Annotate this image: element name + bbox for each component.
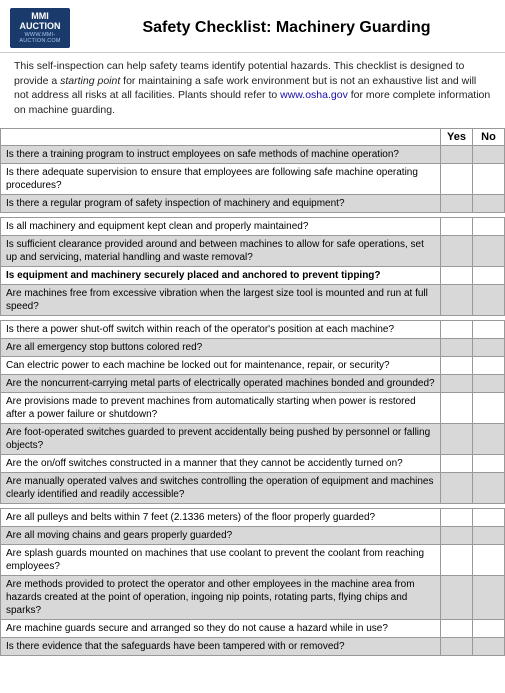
no-cell [473,619,505,637]
no-cell [473,544,505,575]
logo-url: WWW.MMI-AUCTION.COM [10,32,70,44]
question-cell: Are the noncurrent-carrying metal parts … [1,374,441,392]
table-row: Is there adequate supervision to ensure … [1,163,505,194]
intro-paragraph: This self-inspection can help safety tea… [0,53,505,124]
no-cell [473,320,505,338]
page-header: MMI AUCTION WWW.MMI-AUCTION.COM Safety C… [0,0,505,53]
no-cell [473,454,505,472]
table-row: Is there a training program to instruct … [1,145,505,163]
question-cell: Is there adequate supervision to ensure … [1,163,441,194]
yes-cell [441,637,473,655]
table-row: Are all emergency stop buttons colored r… [1,338,505,356]
table-row: Are the noncurrent-carrying metal parts … [1,374,505,392]
table-row: Are the on/off switches constructed in a… [1,454,505,472]
question-cell: Are machines free from excessive vibrati… [1,284,441,315]
question-cell: Are methods provided to protect the oper… [1,575,441,619]
yes-cell [441,575,473,619]
no-cell [473,145,505,163]
table-row: Are manually operated valves and switche… [1,472,505,503]
question-cell: Is there a regular program of safety ins… [1,194,441,212]
col-header-question [1,128,441,145]
table-row: Is there evidence that the safeguards ha… [1,637,505,655]
no-cell [473,338,505,356]
question-cell: Are the on/off switches constructed in a… [1,454,441,472]
no-cell [473,163,505,194]
question-cell: Are all pulleys and belts within 7 feet … [1,508,441,526]
logo-name: MMI AUCTION [10,12,70,32]
yes-cell [441,526,473,544]
no-cell [473,356,505,374]
yes-cell [441,423,473,454]
yes-cell [441,454,473,472]
no-cell [473,235,505,266]
table-row: Is there a power shut-off switch within … [1,320,505,338]
question-cell: Is there a training program to instruct … [1,145,441,163]
question-cell: Is all machinery and equipment kept clea… [1,217,441,235]
table-row: Are methods provided to protect the oper… [1,575,505,619]
question-cell: Are machine guards secure and arranged s… [1,619,441,637]
yes-cell [441,320,473,338]
question-cell: Can electric power to each machine be lo… [1,356,441,374]
table-row: Are all moving chains and gears properly… [1,526,505,544]
checklist-table: Yes No Is there a training program to in… [0,128,505,656]
yes-cell [441,235,473,266]
table-header-row: Yes No [1,128,505,145]
yes-cell [441,472,473,503]
yes-cell [441,217,473,235]
osha-link[interactable]: www.osha.gov [280,89,348,101]
question-cell: Are all moving chains and gears properly… [1,526,441,544]
no-cell [473,217,505,235]
no-cell [473,637,505,655]
table-row: Is equipment and machinery securely plac… [1,266,505,284]
col-header-yes: Yes [441,128,473,145]
question-cell: Are foot-operated switches guarded to pr… [1,423,441,454]
no-cell [473,266,505,284]
intro-italic: starting point [60,75,120,87]
yes-cell [441,619,473,637]
table-row: Are provisions made to prevent machines … [1,392,505,423]
no-cell [473,472,505,503]
no-cell [473,194,505,212]
question-cell: Is equipment and machinery securely plac… [1,266,441,284]
no-cell [473,284,505,315]
page-title: Safety Checklist: Machinery Guarding [78,19,495,37]
question-cell: Are provisions made to prevent machines … [1,392,441,423]
question-cell: Are manually operated valves and switche… [1,472,441,503]
no-cell [473,423,505,454]
question-cell: Is sufficient clearance provided around … [1,235,441,266]
yes-cell [441,145,473,163]
yes-cell [441,284,473,315]
no-cell [473,508,505,526]
table-row: Are machine guards secure and arranged s… [1,619,505,637]
no-cell [473,575,505,619]
no-cell [473,374,505,392]
table-row: Is all machinery and equipment kept clea… [1,217,505,235]
table-row: Is sufficient clearance provided around … [1,235,505,266]
question-cell: Are all emergency stop buttons colored r… [1,338,441,356]
question-cell: Is there a power shut-off switch within … [1,320,441,338]
yes-cell [441,374,473,392]
col-header-no: No [473,128,505,145]
no-cell [473,392,505,423]
yes-cell [441,266,473,284]
question-cell: Are splash guards mounted on machines th… [1,544,441,575]
yes-cell [441,163,473,194]
company-logo: MMI AUCTION WWW.MMI-AUCTION.COM [10,8,70,48]
yes-cell [441,508,473,526]
yes-cell [441,544,473,575]
table-row: Is there a regular program of safety ins… [1,194,505,212]
table-row: Are foot-operated switches guarded to pr… [1,423,505,454]
question-cell: Is there evidence that the safeguards ha… [1,637,441,655]
table-row: Are splash guards mounted on machines th… [1,544,505,575]
table-row: Can electric power to each machine be lo… [1,356,505,374]
table-row: Are all pulleys and belts within 7 feet … [1,508,505,526]
yes-cell [441,356,473,374]
no-cell [473,526,505,544]
yes-cell [441,338,473,356]
table-row: Are machines free from excessive vibrati… [1,284,505,315]
yes-cell [441,194,473,212]
yes-cell [441,392,473,423]
